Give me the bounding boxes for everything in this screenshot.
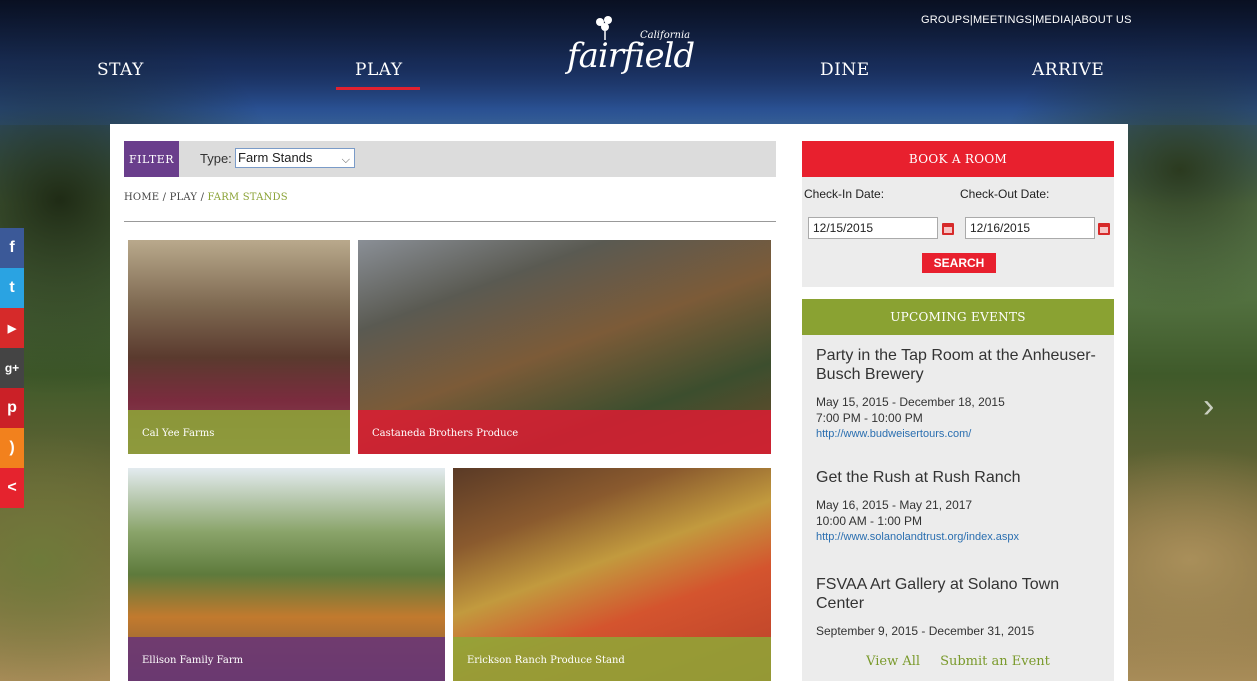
top-link-about-us[interactable]: ABOUT US bbox=[1074, 14, 1132, 26]
event-title[interactable]: FSVAA Art Gallery at Solano Town Center bbox=[816, 575, 1106, 613]
nav-stay[interactable]: STAY bbox=[97, 60, 144, 80]
divider bbox=[124, 221, 776, 222]
event-dates: May 15, 2015 - December 18, 2015 bbox=[816, 395, 1005, 409]
view-all-link[interactable]: View All bbox=[866, 654, 920, 669]
event-dates: September 9, 2015 - December 31, 2015 bbox=[816, 624, 1035, 638]
filter-button[interactable]: FILTER bbox=[124, 141, 179, 177]
event-dates: May 16, 2015 - May 21, 2017 bbox=[816, 498, 973, 512]
chevron-down-icon: ⌵ bbox=[341, 154, 350, 166]
logo-name: fairfield bbox=[567, 36, 695, 76]
upcoming-events: UPCOMING EVENTS Party in the Tap Room at… bbox=[802, 299, 1114, 681]
book-room-widget: BOOK A ROOM Check-In Date: Check-Out Dat… bbox=[802, 141, 1114, 287]
search-button[interactable]: SEARCH bbox=[922, 253, 996, 273]
event-time: 7:00 PM - 10:00 PM bbox=[816, 411, 923, 425]
nav-play[interactable]: PLAY bbox=[355, 60, 403, 80]
event-title[interactable]: Get the Rush at Rush Ranch bbox=[816, 468, 1106, 487]
checkout-label: Check-Out Date: bbox=[960, 187, 1050, 201]
calendar-icon[interactable] bbox=[942, 223, 954, 235]
youtube-icon[interactable]: ▶ bbox=[0, 308, 24, 348]
top-link-media[interactable]: MEDIA bbox=[1035, 14, 1071, 26]
checkout-date-input[interactable]: 12/16/2015 bbox=[965, 217, 1095, 239]
farm-tile-cal-yee[interactable]: Cal Yee Farms bbox=[128, 240, 350, 454]
tile-label: Ellison Family Farm bbox=[128, 637, 445, 681]
events-footer: View All Submit an Event bbox=[802, 654, 1114, 669]
site-logo[interactable]: California fairfield bbox=[552, 12, 702, 82]
nav-active-indicator bbox=[336, 87, 420, 90]
breadcrumb: HOME / PLAY / FARM STANDS bbox=[124, 192, 288, 203]
calendar-icon[interactable] bbox=[1098, 223, 1110, 235]
nav-dine[interactable]: DINE bbox=[820, 60, 870, 80]
rss-icon[interactable]: ) bbox=[0, 428, 24, 468]
google-plus-icon[interactable]: g+ bbox=[0, 348, 24, 388]
tile-label: Cal Yee Farms bbox=[128, 410, 350, 454]
event-time: 10:00 AM - 1:00 PM bbox=[816, 514, 923, 528]
event-item: Get the Rush at Rush Ranch May 16, 2015 … bbox=[816, 468, 1106, 545]
farm-tile-ellison[interactable]: Ellison Family Farm bbox=[128, 468, 445, 681]
event-link[interactable]: http://www.budweisertours.com/ bbox=[816, 426, 1106, 442]
top-link-groups[interactable]: GROUPS bbox=[921, 14, 970, 26]
pinterest-icon[interactable]: p bbox=[0, 388, 24, 428]
top-link-meetings[interactable]: MEETINGS bbox=[973, 14, 1032, 26]
carousel-next-icon[interactable]: › bbox=[1203, 384, 1223, 428]
tile-label: Castaneda Brothers Produce bbox=[358, 410, 771, 454]
twitter-icon[interactable]: t bbox=[0, 268, 24, 308]
submit-event-link[interactable]: Submit an Event bbox=[940, 654, 1050, 669]
event-item: Party in the Tap Room at the Anheuser-Bu… bbox=[816, 346, 1106, 442]
share-icon[interactable]: < bbox=[0, 468, 24, 508]
breadcrumb-current: FARM STANDS bbox=[207, 192, 288, 203]
nav-arrive[interactable]: ARRIVE bbox=[1032, 60, 1104, 80]
event-item: FSVAA Art Gallery at Solano Town Center … bbox=[816, 575, 1106, 639]
type-select-value: Farm Stands bbox=[238, 150, 313, 165]
checkin-date-input[interactable]: 12/15/2015 bbox=[808, 217, 938, 239]
event-link[interactable]: http://www.solanolandtrust.org/index.asp… bbox=[816, 529, 1106, 545]
facebook-icon[interactable]: f bbox=[0, 228, 24, 268]
type-select[interactable]: Farm Stands ⌵ bbox=[235, 148, 355, 168]
book-room-title: BOOK A ROOM bbox=[802, 141, 1114, 177]
social-sidebar: f t ▶ g+ p ) < bbox=[0, 228, 24, 508]
breadcrumb-play[interactable]: PLAY bbox=[170, 192, 198, 203]
event-title[interactable]: Party in the Tap Room at the Anheuser-Bu… bbox=[816, 346, 1106, 384]
breadcrumb-home[interactable]: HOME bbox=[124, 192, 159, 203]
type-label: Type: bbox=[200, 151, 232, 166]
content-panel: FILTER Type: Farm Stands ⌵ HOME / PLAY /… bbox=[110, 124, 1128, 681]
events-title: UPCOMING EVENTS bbox=[802, 299, 1114, 335]
farm-tile-castaneda[interactable]: Castaneda Brothers Produce bbox=[358, 240, 771, 454]
checkin-label: Check-In Date: bbox=[804, 187, 885, 201]
top-links: GROUPS|MEETINGS|MEDIA|ABOUT US bbox=[921, 14, 1132, 26]
filter-bar: FILTER Type: Farm Stands ⌵ bbox=[124, 141, 776, 177]
tile-label: Erickson Ranch Produce Stand bbox=[453, 637, 771, 681]
farm-tile-erickson[interactable]: Erickson Ranch Produce Stand bbox=[453, 468, 771, 681]
